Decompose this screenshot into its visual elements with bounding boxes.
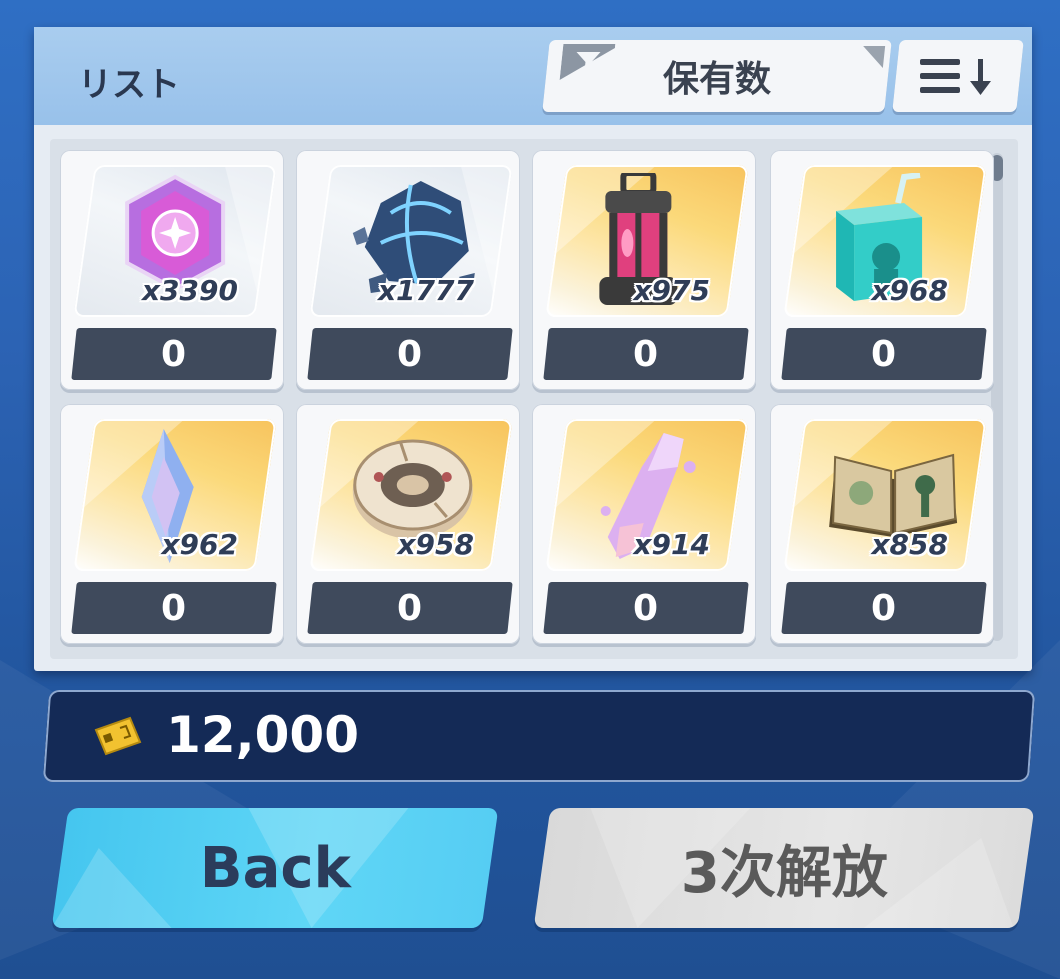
item-count: 0 (871, 333, 897, 375)
panel-title: リスト (78, 65, 180, 105)
item-quantity: x1777 (378, 274, 474, 307)
currency-amount: 12,000 (166, 706, 360, 764)
item-quantity: x968 (871, 274, 948, 307)
item-count-selector[interactable]: 0 (543, 328, 749, 380)
ticket-icon (94, 716, 142, 756)
item-count: 0 (397, 587, 423, 629)
item-card[interactable]: x975 0 (532, 150, 756, 390)
item-count-selector[interactable]: 0 (71, 582, 277, 634)
third-release-button-label: 3次解放 (680, 840, 888, 906)
sort-order-button[interactable] (892, 40, 1024, 112)
item-card[interactable]: x962 0 (60, 404, 284, 644)
item-quantity: x3390 (142, 274, 238, 307)
item-card[interactable]: x1777 0 (296, 150, 520, 390)
item-list-panel: リスト 保有数 x3390 0 x1777 0 x975 0 x968 0 x9… (34, 27, 1032, 671)
item-count-selector[interactable]: 0 (781, 328, 987, 380)
item-count: 0 (633, 333, 659, 375)
item-quantity: x975 (633, 274, 710, 307)
back-button[interactable]: Back (51, 808, 499, 928)
back-button-label: Back (199, 835, 351, 901)
item-card[interactable]: x968 0 (770, 150, 994, 390)
item-count-selector[interactable]: 0 (307, 328, 513, 380)
item-quantity: x914 (633, 528, 710, 561)
item-quantity: x858 (871, 528, 948, 561)
filter-label: 保有数 (662, 59, 771, 100)
item-count-selector[interactable]: 0 (543, 582, 749, 634)
panel-header: リスト 保有数 (34, 27, 1032, 125)
item-count-selector[interactable]: 0 (71, 328, 277, 380)
item-count: 0 (871, 587, 897, 629)
item-card[interactable]: x3390 0 (60, 150, 284, 390)
item-quantity: x958 (397, 528, 474, 561)
filter-dropdown-button[interactable]: 保有数 (542, 40, 892, 112)
item-count-selector[interactable]: 0 (781, 582, 987, 634)
sort-descending-icon (920, 59, 991, 95)
third-release-button[interactable]: 3次解放 (533, 808, 1035, 928)
item-count: 0 (161, 587, 187, 629)
item-card[interactable]: x858 0 (770, 404, 994, 644)
item-card[interactable]: x914 0 (532, 404, 756, 644)
currency-display: 12,000 (42, 690, 1036, 782)
item-quantity: x962 (161, 528, 238, 561)
item-count: 0 (397, 333, 423, 375)
item-card[interactable]: x958 0 (296, 404, 520, 644)
item-count: 0 (161, 333, 187, 375)
item-count-selector[interactable]: 0 (307, 582, 513, 634)
item-count: 0 (633, 587, 659, 629)
